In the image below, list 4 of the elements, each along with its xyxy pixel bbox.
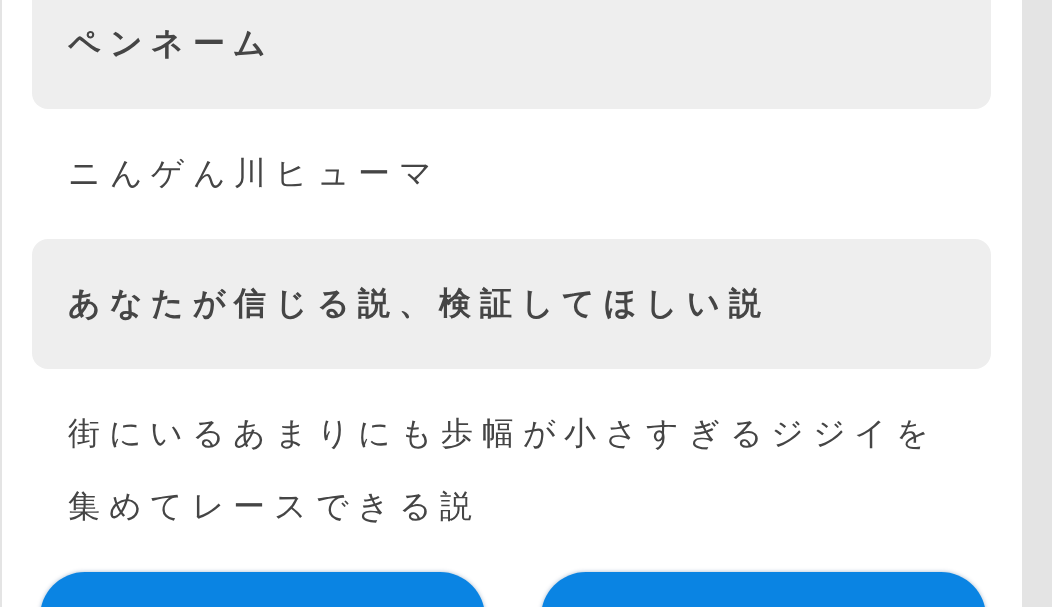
section-heading: あなたが信じる説、検証してほしい説 (68, 283, 770, 324)
field-value: 街にいるあまりにも歩幅が小さすぎるジジイを集めてレースできる説 (68, 414, 938, 525)
section-heading: ペンネーム (68, 23, 275, 64)
field-value: ニんゲん川ヒューマ (68, 154, 441, 192)
